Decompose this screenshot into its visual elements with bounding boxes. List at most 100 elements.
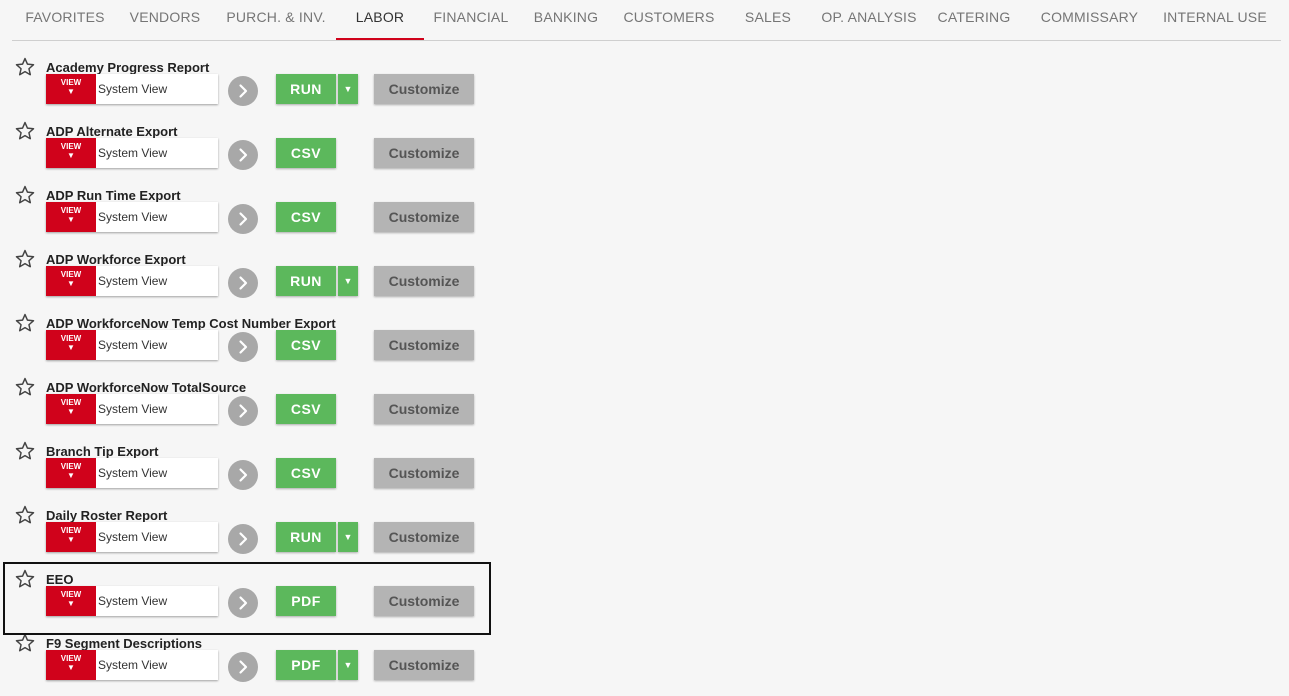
view-selector: VIEW ▼ System View — [46, 586, 218, 616]
view-name: System View — [98, 146, 168, 160]
run-options-dropdown[interactable]: ▼ — [338, 650, 358, 680]
star-outline-icon[interactable] — [14, 504, 36, 526]
view-dropdown-button[interactable]: VIEW ▼ — [46, 458, 96, 488]
view-dropdown-button[interactable]: VIEW ▼ — [46, 138, 96, 168]
run-action-button[interactable]: CSV — [276, 138, 336, 168]
run-options-dropdown[interactable]: ▼ — [338, 522, 358, 552]
report-category-tabs: FAVORITES VENDORS PURCH. & INV. LABOR FI… — [12, 0, 1281, 41]
view-selector: VIEW ▼ System View — [46, 330, 218, 360]
chevron-right-icon[interactable] — [228, 268, 258, 298]
report-title: ADP WorkforceNow TotalSource — [46, 380, 247, 395]
view-label: VIEW — [60, 526, 82, 535]
view-dropdown-button[interactable]: VIEW ▼ — [46, 586, 96, 616]
star-outline-icon[interactable] — [14, 440, 36, 462]
chevron-right-icon[interactable] — [228, 396, 258, 426]
view-name: System View — [98, 530, 168, 544]
run-options-dropdown[interactable]: ▼ — [338, 74, 358, 104]
tab-catering[interactable]: CATERING — [926, 0, 1022, 40]
tab-internal-use[interactable]: INTERNAL USE — [1157, 0, 1273, 40]
caret-down-icon: ▼ — [67, 215, 75, 224]
customize-button[interactable]: Customize — [374, 586, 474, 616]
view-label: VIEW — [60, 462, 82, 471]
run-action-button[interactable]: PDF — [276, 650, 336, 680]
star-outline-icon[interactable] — [14, 248, 36, 270]
tab-sales[interactable]: SALES — [724, 0, 812, 40]
chevron-right-icon[interactable] — [228, 652, 258, 682]
view-selector: VIEW ▼ System View — [46, 394, 218, 424]
report-title: ADP Run Time Export — [46, 188, 181, 203]
report-title: ADP WorkforceNow Temp Cost Number Export — [46, 316, 336, 331]
star-outline-icon[interactable] — [14, 632, 36, 654]
customize-button[interactable]: Customize — [374, 266, 474, 296]
customize-button[interactable]: Customize — [374, 522, 474, 552]
tab-op-analysis[interactable]: OP. ANALYSIS — [812, 0, 926, 40]
tab-financial[interactable]: FINANCIAL — [424, 0, 518, 40]
run-action-button[interactable]: CSV — [276, 202, 336, 232]
star-outline-icon[interactable] — [14, 120, 36, 142]
view-label: VIEW — [60, 270, 82, 279]
run-options-dropdown[interactable]: ▼ — [338, 266, 358, 296]
tab-favorites[interactable]: FAVORITES — [12, 0, 118, 40]
star-outline-icon[interactable] — [14, 56, 36, 78]
run-action-button[interactable]: RUN — [276, 74, 336, 104]
run-action-button[interactable]: PDF — [276, 586, 336, 616]
run-action-button[interactable]: CSV — [276, 458, 336, 488]
star-outline-icon[interactable] — [14, 184, 36, 206]
chevron-right-icon[interactable] — [228, 204, 258, 234]
view-label: VIEW — [60, 78, 82, 87]
tab-purch-inv[interactable]: PURCH. & INV. — [212, 0, 340, 40]
caret-down-icon: ▼ — [67, 535, 75, 544]
chevron-right-icon[interactable] — [228, 76, 258, 106]
caret-down-icon: ▼ — [67, 279, 75, 288]
customize-button[interactable]: Customize — [374, 650, 474, 680]
star-outline-icon[interactable] — [14, 312, 36, 334]
run-action-button[interactable]: RUN — [276, 522, 336, 552]
report-row: F9 Segment Descriptions VIEW ▼ System View P… — [12, 632, 492, 696]
report-row: ADP WorkforceNow Temp Cost Number Export… — [12, 312, 492, 376]
chevron-right-icon[interactable] — [228, 524, 258, 554]
star-outline-icon[interactable] — [14, 376, 36, 398]
tab-vendors[interactable]: VENDORS — [118, 0, 212, 40]
view-name: System View — [98, 274, 168, 288]
report-row: Branch Tip Export VIEW ▼ System View CSV Cust… — [12, 440, 492, 504]
view-dropdown-button[interactable]: VIEW ▼ — [46, 394, 96, 424]
view-name: System View — [98, 466, 168, 480]
view-dropdown-button[interactable]: VIEW ▼ — [46, 330, 96, 360]
tab-banking[interactable]: BANKING — [518, 0, 614, 40]
tab-commissary[interactable]: COMMISSARY — [1022, 0, 1157, 40]
view-selector: VIEW ▼ System View — [46, 202, 218, 232]
view-dropdown-button[interactable]: VIEW ▼ — [46, 650, 96, 680]
run-action-button[interactable]: CSV — [276, 394, 336, 424]
report-row: ADP Workforce Export VIEW ▼ System View RUN ▼… — [12, 248, 492, 312]
view-name: System View — [98, 594, 168, 608]
run-action-button[interactable]: RUN — [276, 266, 336, 296]
tab-customers[interactable]: CUSTOMERS — [614, 0, 724, 40]
report-title: F9 Segment Descriptions — [46, 636, 203, 651]
customize-button[interactable]: Customize — [374, 394, 474, 424]
chevron-right-icon[interactable] — [228, 332, 258, 362]
caret-down-icon: ▼ — [67, 407, 75, 416]
star-outline-icon[interactable] — [14, 568, 36, 590]
customize-button[interactable]: Customize — [374, 330, 474, 360]
customize-button[interactable]: Customize — [374, 138, 474, 168]
run-action-button[interactable]: CSV — [276, 330, 336, 360]
report-title: ADP Alternate Export — [46, 124, 178, 139]
caret-down-icon: ▼ — [67, 343, 75, 352]
view-dropdown-button[interactable]: VIEW ▼ — [46, 266, 96, 296]
view-dropdown-button[interactable]: VIEW ▼ — [46, 74, 96, 104]
chevron-right-icon[interactable] — [228, 140, 258, 170]
view-dropdown-button[interactable]: VIEW ▼ — [46, 522, 96, 552]
view-name: System View — [98, 82, 168, 96]
chevron-right-icon[interactable] — [228, 588, 258, 618]
report-title: Branch Tip Export — [46, 444, 159, 459]
view-selector: VIEW ▼ System View — [46, 650, 218, 680]
report-title: Academy Progress Report — [46, 60, 210, 75]
report-title: ADP Workforce Export — [46, 252, 186, 267]
customize-button[interactable]: Customize — [374, 74, 474, 104]
tab-labor[interactable]: LABOR — [336, 0, 424, 40]
customize-button[interactable]: Customize — [374, 458, 474, 488]
customize-button[interactable]: Customize — [374, 202, 474, 232]
view-label: VIEW — [60, 398, 82, 407]
view-dropdown-button[interactable]: VIEW ▼ — [46, 202, 96, 232]
chevron-right-icon[interactable] — [228, 460, 258, 490]
